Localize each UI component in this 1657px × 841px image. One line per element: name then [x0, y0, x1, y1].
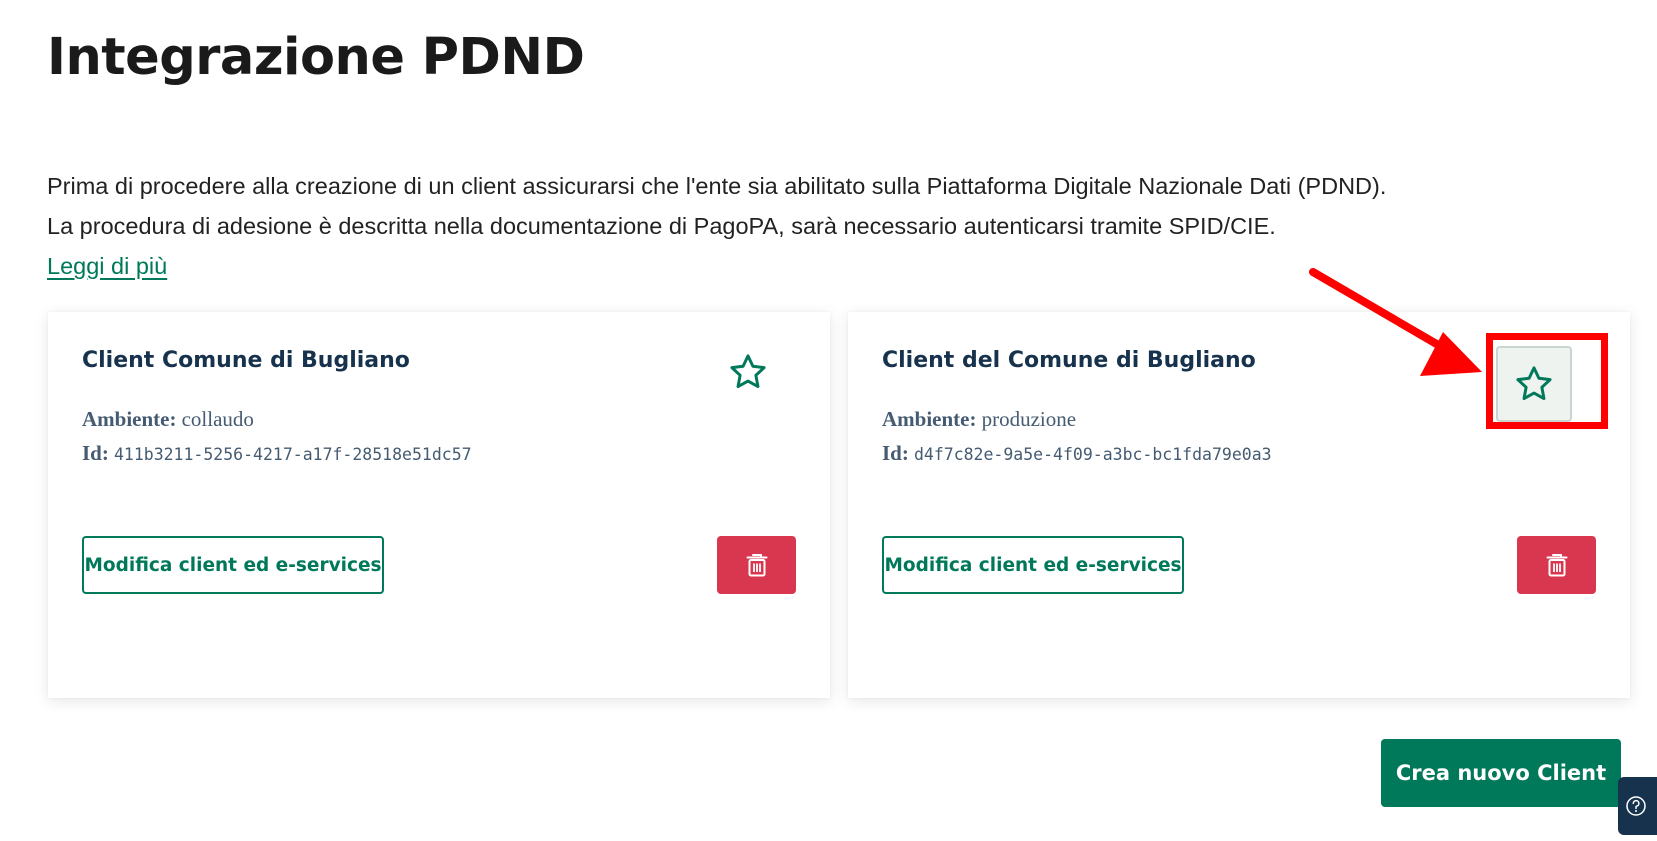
- create-client-button[interactable]: Crea nuovo Client: [1381, 739, 1621, 807]
- id-label: Id:: [82, 441, 109, 465]
- page-title: Integrazione PDND: [47, 28, 585, 87]
- intro-line-1: Prima di procedere alla creazione di un …: [47, 173, 1387, 199]
- star-outline-icon: [1516, 366, 1552, 401]
- environment-value: produzione: [981, 407, 1077, 431]
- id-row: Id: d4f7c82e-9a5e-4f09-a3bc-bc1fda79e0a3: [882, 441, 1272, 466]
- intro-text: Prima di procedere alla creazione di un …: [47, 166, 1386, 286]
- client-title: Client Comune di Bugliano: [82, 348, 410, 373]
- intro-line-2: La procedura di adesione è descritta nel…: [47, 213, 1276, 239]
- environment-value: collaudo: [181, 407, 254, 431]
- environment-row: Ambiente: produzione: [882, 407, 1076, 432]
- read-more-link[interactable]: Leggi di più: [47, 253, 167, 279]
- trash-icon: [746, 554, 767, 577]
- edit-client-button[interactable]: Modifica client ed e-services: [882, 536, 1184, 594]
- edit-client-button[interactable]: Modifica client ed e-services: [82, 536, 384, 594]
- favorite-button[interactable]: [718, 342, 778, 402]
- environment-row: Ambiente: collaudo: [82, 407, 254, 432]
- trash-icon: [1546, 554, 1567, 577]
- id-value: d4f7c82e-9a5e-4f09-a3bc-bc1fda79e0a3: [913, 445, 1272, 464]
- id-label: Id:: [882, 441, 909, 465]
- environment-label: Ambiente:: [82, 407, 177, 431]
- help-icon: [1626, 796, 1646, 816]
- delete-client-button[interactable]: [1517, 536, 1596, 594]
- id-row: Id: 411b3211-5256-4217-a17f-28518e51dc57: [82, 441, 472, 466]
- client-card-2: Client del Comune di Bugliano Ambiente: …: [848, 312, 1630, 698]
- environment-label: Ambiente:: [882, 407, 977, 431]
- star-outline-icon: [730, 354, 766, 389]
- client-title: Client del Comune di Bugliano: [882, 348, 1256, 373]
- client-card-1: Client Comune di Bugliano Ambiente: coll…: [48, 312, 830, 698]
- id-value: 411b3211-5256-4217-a17f-28518e51dc57: [113, 445, 472, 464]
- favorite-button[interactable]: [1496, 346, 1572, 422]
- help-button[interactable]: [1618, 777, 1657, 835]
- delete-client-button[interactable]: [717, 536, 796, 594]
